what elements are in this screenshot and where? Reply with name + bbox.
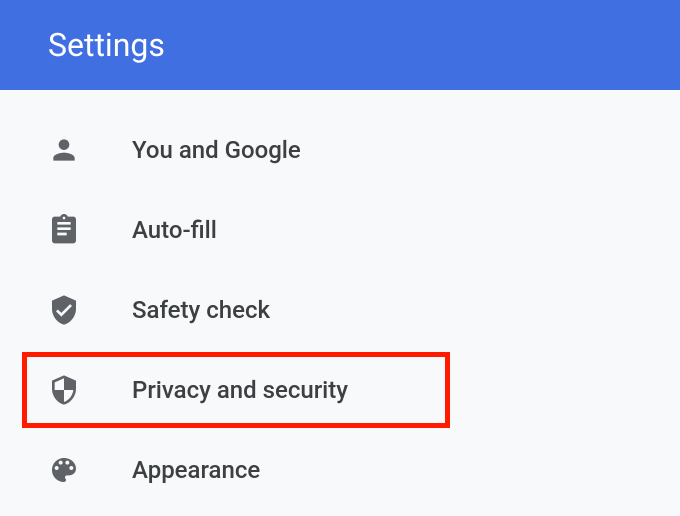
menu-item-appearance[interactable]: Appearance	[0, 430, 680, 510]
clipboard-icon	[48, 214, 80, 246]
menu-item-label: Appearance	[132, 456, 260, 484]
menu-item-label: Privacy and security	[132, 376, 348, 404]
menu-item-safety-check[interactable]: Safety check	[0, 270, 680, 350]
menu-item-label: Auto-fill	[132, 216, 217, 244]
shield-icon	[48, 374, 80, 406]
palette-icon	[48, 454, 80, 486]
menu-item-auto-fill[interactable]: Auto-fill	[0, 190, 680, 270]
menu-item-label: Safety check	[132, 296, 270, 324]
person-icon	[48, 134, 80, 166]
shield-check-icon	[48, 294, 80, 326]
settings-title: Settings	[48, 26, 165, 64]
menu-item-you-and-google[interactable]: You and Google	[0, 110, 680, 190]
menu-item-privacy-and-security[interactable]: Privacy and security	[0, 350, 680, 430]
settings-header: Settings	[0, 0, 680, 90]
settings-menu: You and Google Auto-fill Safety check Pr…	[0, 90, 680, 510]
menu-item-label: You and Google	[132, 136, 301, 164]
